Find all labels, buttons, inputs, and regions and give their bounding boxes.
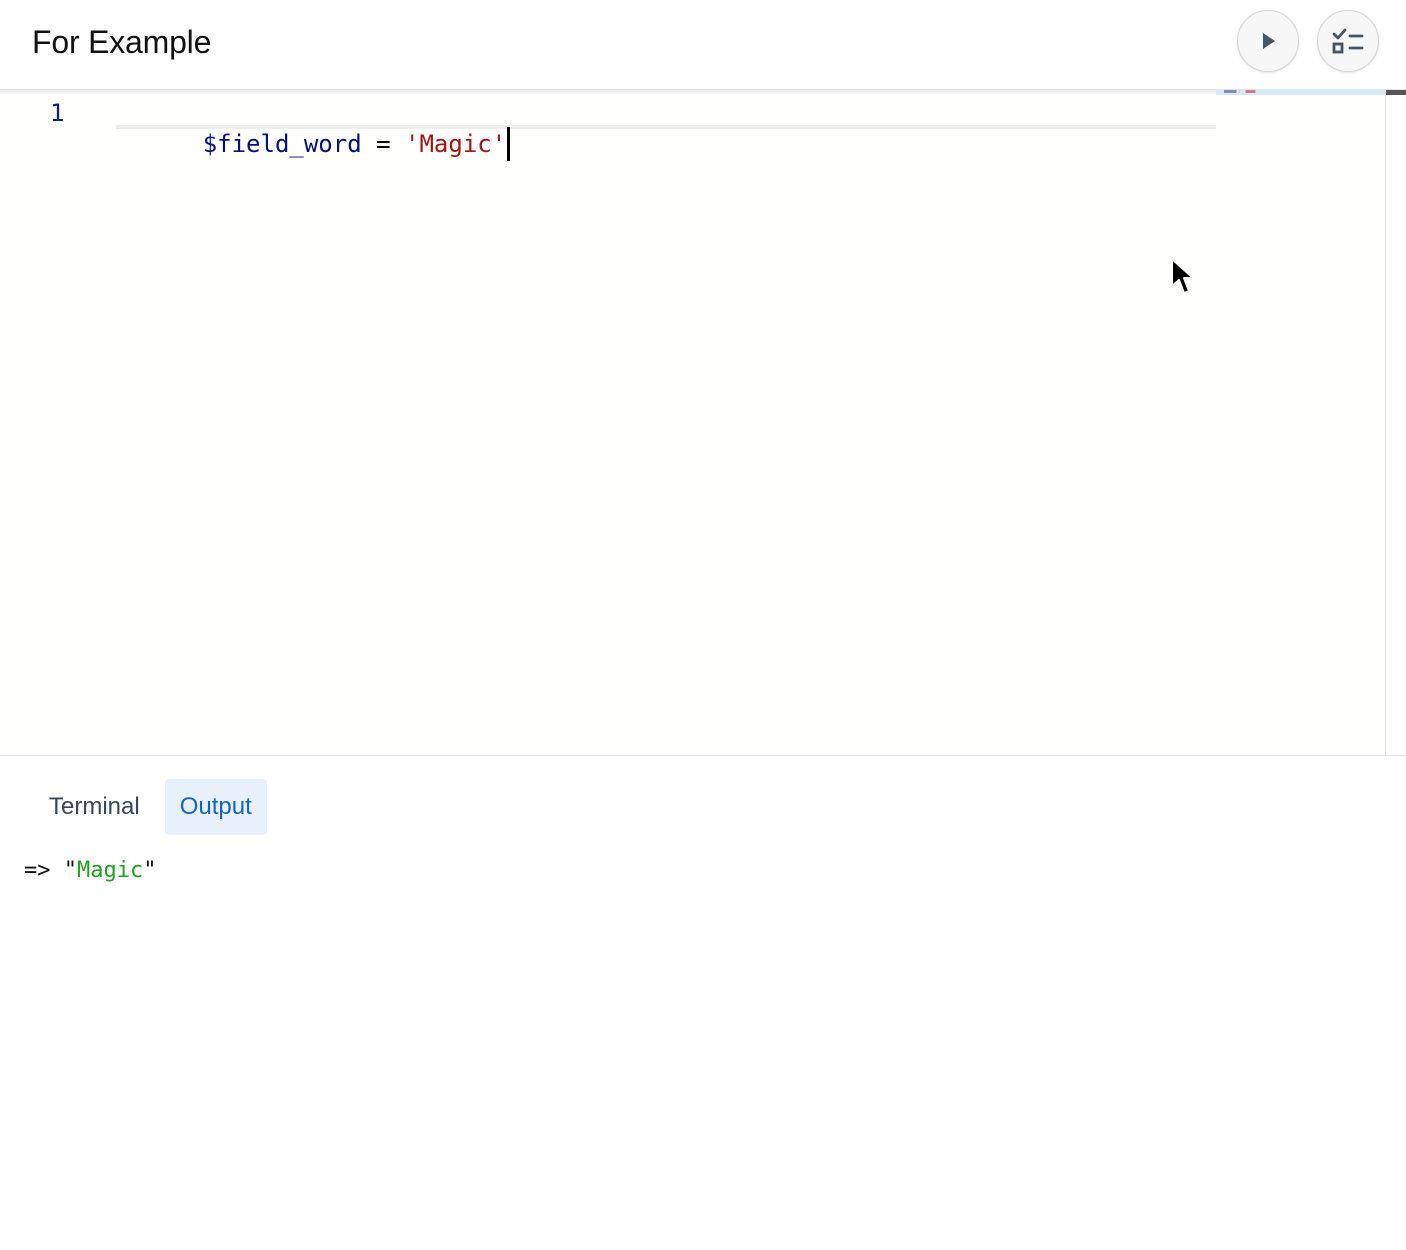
checklist-icon — [1332, 28, 1364, 54]
scrollbar-thumb[interactable] — [1386, 90, 1406, 95]
output-result: => "Magic" — [24, 855, 156, 887]
output-prefix: => " — [24, 858, 77, 883]
code-minimap[interactable] — [1216, 90, 1385, 755]
output-suffix: " — [143, 858, 157, 883]
line-number: 1 — [50, 99, 65, 127]
code-variable: $field_word — [202, 130, 362, 158]
code-editor[interactable]: 1 $field_word = 'Magic' — [0, 90, 1406, 756]
code-assignment-operator: = — [361, 130, 406, 158]
bottom-panel: Terminal Output => "Magic" — [0, 756, 1406, 1250]
output-string-value: Magic — [76, 858, 144, 883]
play-icon — [1263, 33, 1275, 49]
bottom-panel-tabs: Terminal Output — [34, 779, 267, 835]
text-caret — [507, 127, 511, 161]
tab-output[interactable]: Output — [164, 779, 267, 835]
tests-button[interactable] — [1317, 10, 1379, 72]
run-button[interactable] — [1237, 10, 1299, 72]
mouse-pointer-icon — [1171, 258, 1194, 294]
example-header: For Example — [0, 0, 1406, 90]
tab-terminal[interactable]: Terminal — [34, 779, 155, 835]
page-title: For Example — [32, 24, 212, 60]
editor-vertical-scrollbar[interactable] — [1385, 90, 1406, 755]
minimap-code-preview — [1224, 90, 1269, 93]
code-line[interactable]: $field_word = 'Magic' — [116, 93, 511, 161]
code-example-app: For Example 1 $field_word = 'Magic' Term… — [0, 0, 1406, 1250]
code-string: 'Magic' — [405, 130, 507, 158]
